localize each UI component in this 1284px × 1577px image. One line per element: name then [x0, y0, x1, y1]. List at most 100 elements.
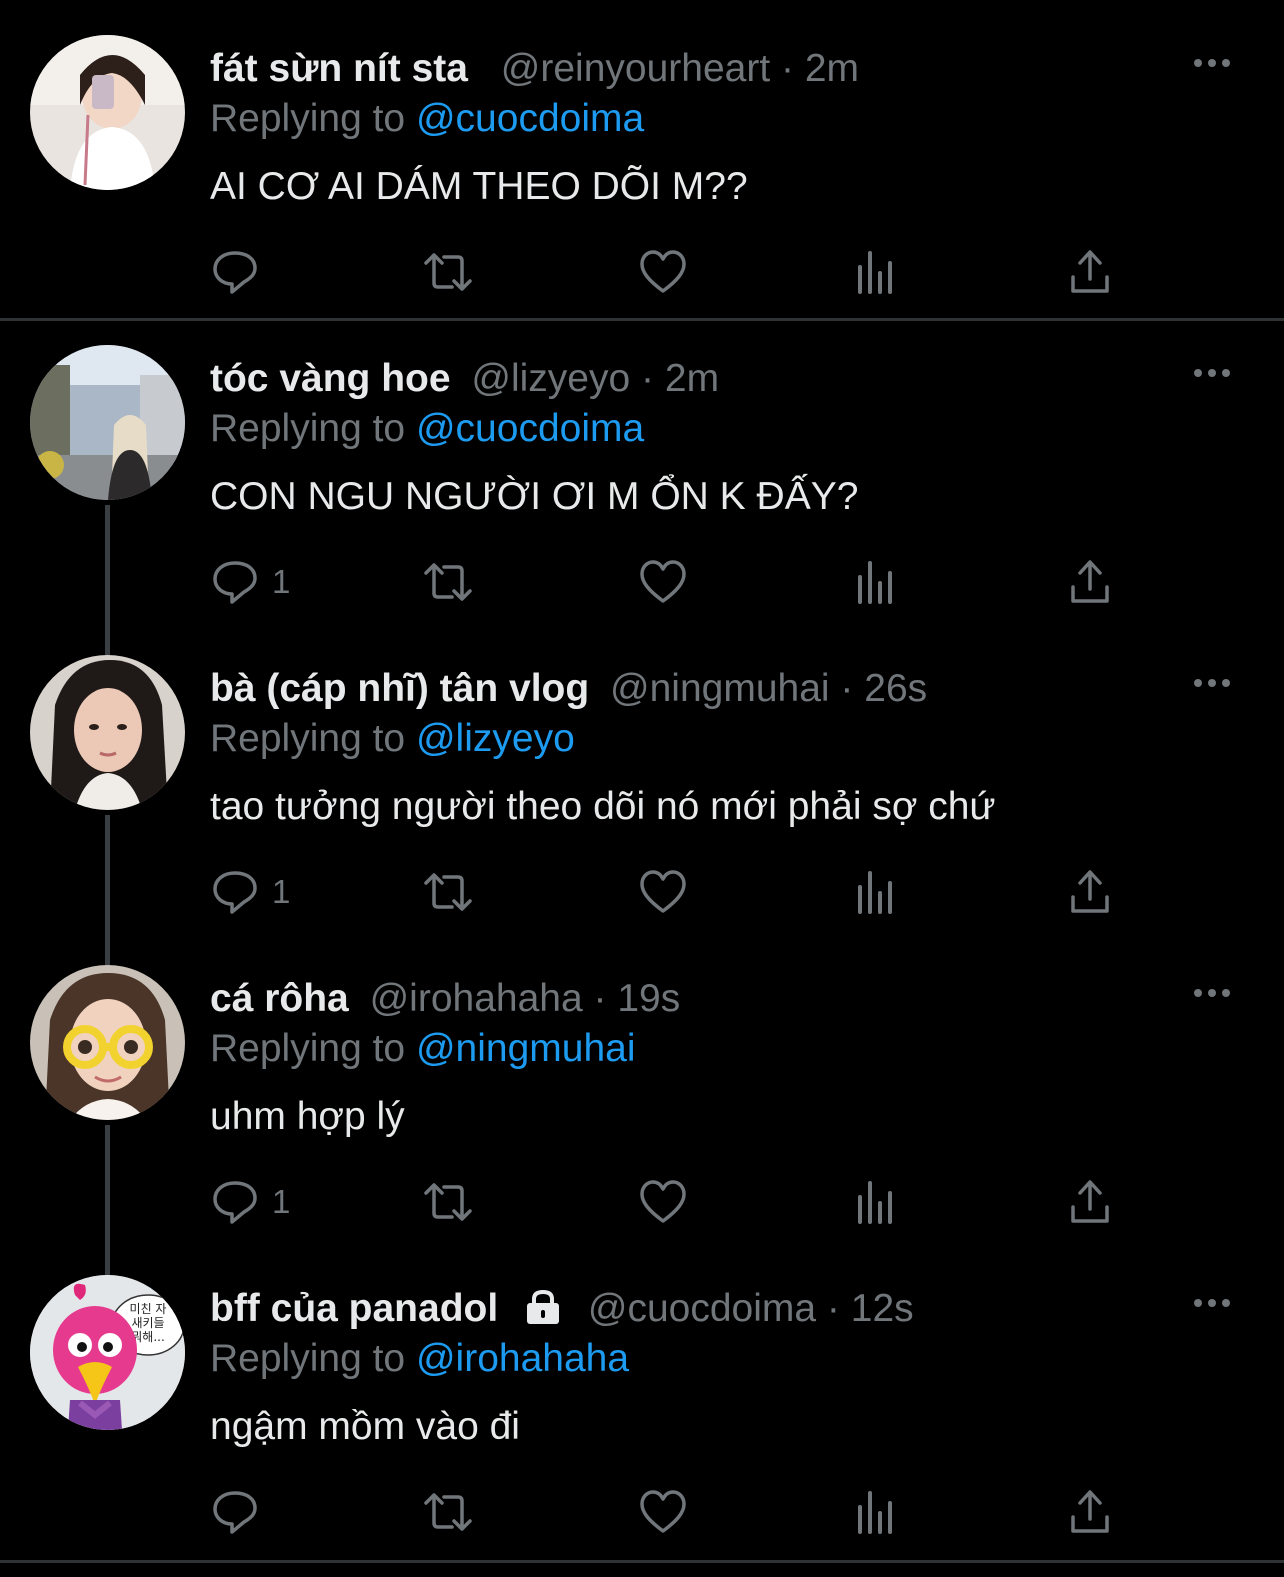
retweet-icon [424, 563, 472, 601]
mention-link[interactable]: @cuocdoima [416, 97, 644, 140]
thread-line [105, 1125, 110, 1275]
reply-icon [213, 1181, 257, 1224]
display-name[interactable]: fát sừn nít sta [210, 47, 468, 90]
tweet-text: AI CƠ AI DÁM THEO DÕI M?? [210, 165, 748, 208]
avatar[interactable] [30, 965, 185, 1120]
tweet-text: uhm hợp lý [210, 1095, 405, 1138]
views-button[interactable] [855, 557, 899, 607]
more-options-icon[interactable] [1192, 1293, 1232, 1313]
speech-bubble-line-1: 미친 자 [130, 1302, 167, 1316]
tweet-text: tao tưởng người theo dõi nó mới phải sợ … [210, 785, 996, 828]
user-handle[interactable]: @ningmuhai [610, 667, 830, 710]
replying-to: Replying to @irohahaha [210, 1333, 629, 1385]
share-button[interactable] [1068, 247, 1112, 297]
more-options-icon[interactable] [1192, 363, 1232, 383]
like-button[interactable] [638, 867, 688, 917]
reply-count: 1 [272, 873, 291, 910]
action-bar: 1 [210, 557, 1130, 607]
reply-button[interactable] [210, 1487, 272, 1537]
like-icon [640, 560, 686, 603]
like-button[interactable] [638, 1487, 688, 1537]
retweet-button[interactable] [420, 867, 476, 917]
like-button[interactable] [638, 1177, 688, 1227]
tweet-header: cá rôha @irohahaha · 19s [210, 973, 1184, 1025]
avatar[interactable] [30, 345, 185, 500]
separator-dot: · [593, 977, 607, 1020]
action-bar: 1 [210, 1177, 1130, 1227]
replying-label: Replying to [210, 1337, 406, 1380]
tweet-header: bff của panadol @cuocdoima · 12s [210, 1283, 1184, 1335]
share-button[interactable] [1068, 1487, 1112, 1537]
avatar[interactable] [30, 655, 185, 810]
reply-icon [213, 871, 257, 914]
views-button[interactable] [855, 867, 899, 917]
share-icon [1071, 250, 1109, 293]
share-icon [1071, 1490, 1109, 1533]
replying-label: Replying to [210, 717, 406, 760]
user-handle[interactable]: @lizyeyo [471, 357, 630, 400]
user-handle[interactable]: @cuocdoima [588, 1287, 816, 1330]
views-button[interactable] [855, 1487, 899, 1537]
like-icon [640, 870, 686, 913]
replying-label: Replying to [210, 407, 406, 450]
share-icon [1071, 870, 1109, 913]
divider [0, 318, 1284, 321]
divider [0, 1560, 1284, 1563]
user-handle[interactable]: @irohahaha [370, 977, 583, 1020]
like-icon [640, 1180, 686, 1223]
reply-button[interactable] [210, 247, 272, 297]
more-options-icon[interactable] [1192, 53, 1232, 73]
thread-line [105, 815, 110, 965]
more-options-icon[interactable] [1192, 673, 1232, 693]
views-icon [858, 871, 892, 914]
mention-link[interactable]: @irohahaha [416, 1337, 629, 1380]
avatar[interactable] [30, 35, 185, 190]
timestamp[interactable]: 2m [665, 357, 719, 400]
views-button[interactable] [855, 247, 899, 297]
mention-link[interactable]: @lizyeyo [416, 717, 575, 760]
retweet-button[interactable] [420, 1487, 476, 1537]
like-button[interactable] [638, 247, 688, 297]
reply-button[interactable]: 1 [210, 867, 290, 917]
more-options-icon[interactable] [1192, 983, 1232, 1003]
display-name[interactable]: cá rôha [210, 977, 349, 1020]
retweet-icon [424, 253, 472, 291]
speech-bubble-line-2: 새키들 [131, 1316, 164, 1330]
retweet-button[interactable] [420, 557, 476, 607]
retweet-icon [424, 873, 472, 911]
timestamp[interactable]: 12s [851, 1287, 914, 1330]
timestamp[interactable]: 19s [617, 977, 680, 1020]
action-bar [210, 247, 1130, 297]
replying-to: Replying to @lizyeyo [210, 713, 575, 765]
views-icon [858, 1181, 892, 1224]
replying-to: Replying to @ningmuhai [210, 1023, 636, 1075]
mention-link[interactable]: @ningmuhai [416, 1027, 636, 1070]
retweet-button[interactable] [420, 247, 476, 297]
replying-label: Replying to [210, 1027, 406, 1070]
reply-icon [213, 1491, 257, 1534]
display-name[interactable]: bff của panadol [210, 1287, 498, 1330]
avatar[interactable]: 미친 자 새키들 뭐해... [30, 1275, 185, 1430]
share-icon [1071, 560, 1109, 603]
like-button[interactable] [638, 557, 688, 607]
views-icon [858, 1491, 892, 1534]
display-name[interactable]: tóc vàng hoe [210, 357, 451, 400]
share-button[interactable] [1068, 1177, 1112, 1227]
reply-button[interactable]: 1 [210, 1177, 290, 1227]
views-button[interactable] [855, 1177, 899, 1227]
timestamp[interactable]: 26s [864, 667, 927, 710]
share-button[interactable] [1068, 867, 1112, 917]
thread-line [105, 505, 110, 655]
timestamp[interactable]: 2m [805, 47, 859, 90]
user-handle[interactable]: @reinyourheart [501, 47, 770, 90]
reply-button[interactable]: 1 [210, 557, 290, 607]
share-button[interactable] [1068, 557, 1112, 607]
lock-icon [527, 1289, 560, 1324]
reply-icon [213, 561, 257, 604]
mention-link[interactable]: @cuocdoima [416, 407, 644, 450]
retweet-icon [424, 1493, 472, 1531]
display-name[interactable]: bà (cáp nhĩ) tân vlog [210, 667, 589, 710]
separator-dot: · [641, 357, 655, 400]
retweet-button[interactable] [420, 1177, 476, 1227]
replying-to: Replying to @cuocdoima [210, 93, 644, 145]
